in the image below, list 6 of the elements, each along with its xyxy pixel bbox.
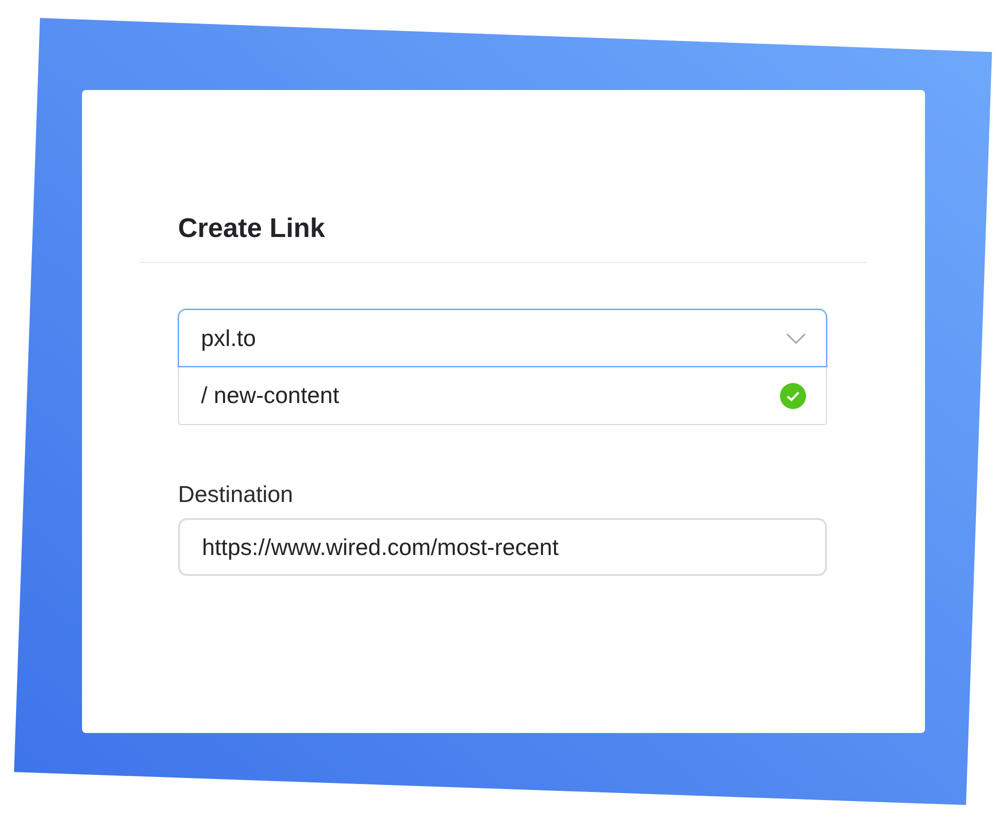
destination-label: Destination [178,481,294,508]
dialog-title: Create Link [178,212,326,245]
domain-select[interactable]: pxl.to [178,309,827,367]
destination-field[interactable]: https://www.wired.com/most-recent [178,518,827,576]
slug-field[interactable]: / new-content [178,367,827,425]
chevron-down-icon [786,332,806,344]
